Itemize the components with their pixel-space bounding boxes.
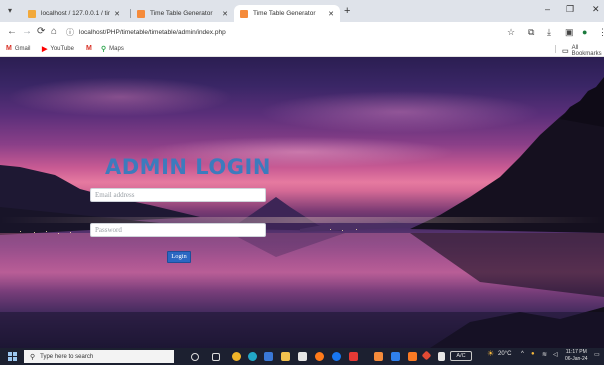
tab-timetable-active[interactable]: Time Table Generator ✕ (234, 5, 340, 22)
back-icon[interactable]: ← (7, 26, 17, 38)
gmail-icon: M (86, 45, 92, 52)
browser-toolbar: ← → ⟳ ⌂ ⓘ ☆ ⧉ ⤓ ▣ ● ⋮ (0, 22, 604, 42)
folder-icon: ▭ (562, 48, 569, 55)
timetable-favicon-icon (137, 9, 145, 18)
bookmark-label: Gmail (14, 45, 31, 52)
reload-icon[interactable]: ⟳ (37, 26, 45, 38)
site-info-icon[interactable]: ⓘ (66, 27, 74, 38)
new-tab-button[interactable]: + (344, 6, 350, 17)
facebook-icon[interactable] (332, 352, 341, 361)
volume-icon[interactable]: ◁ (553, 351, 558, 358)
minimize-icon[interactable]: – (545, 4, 550, 14)
bookmark-youtube[interactable]: ▶ YouTube (42, 45, 74, 53)
keyboard-indicator[interactable]: A/C (450, 351, 472, 361)
browser-tab-strip: ▾ localhost / 127.0.0.1 / timetab ✕ Time… (0, 0, 604, 22)
bookmark-label: Maps (109, 46, 124, 52)
close-tab-icon[interactable]: ✕ (114, 10, 120, 18)
home-icon[interactable]: ⌂ (51, 26, 57, 38)
wifi-icon[interactable]: ≋ (542, 351, 547, 358)
taskbar-search-box[interactable]: ⚲ Type here to search (24, 350, 174, 363)
chrome-icon[interactable] (232, 352, 241, 361)
password-field[interactable] (90, 223, 266, 237)
file-explorer-icon[interactable] (281, 352, 290, 361)
youtube-app-icon[interactable] (349, 352, 358, 361)
clock-time: 11:17 PM (565, 349, 587, 355)
tab-timetable-1[interactable]: Time Table Generator ✕ (131, 5, 234, 22)
firefox-icon[interactable] (315, 352, 324, 361)
gmail-icon: M (6, 45, 12, 52)
bookmark-label: All Bookmarks (571, 45, 602, 57)
bookmark-gmail-2[interactable]: M (86, 45, 95, 52)
admin-login-title: ADMIN LOGIN (105, 155, 271, 179)
email-field[interactable] (90, 188, 266, 202)
edge-icon[interactable] (248, 352, 257, 361)
mail-icon[interactable] (298, 352, 307, 361)
tray-overflow-icon[interactable]: ^ (521, 351, 524, 357)
tab-phpmyadmin[interactable]: localhost / 127.0.0.1 / timetab ✕ (22, 5, 126, 22)
bookmark-label: YouTube (50, 46, 74, 52)
tab-search-icon[interactable]: ▾ (5, 6, 15, 16)
phpmyadmin-favicon-icon (28, 9, 36, 18)
maximize-icon[interactable]: ❐ (566, 4, 574, 15)
vscode-icon[interactable] (391, 352, 400, 361)
extensions-icon[interactable]: ⧉ (528, 26, 534, 38)
login-button[interactable]: Login (167, 251, 191, 263)
close-tab-icon[interactable]: ✕ (328, 10, 334, 18)
xampp-icon[interactable] (408, 352, 417, 361)
tab-title: Time Table Generator (150, 10, 213, 17)
git-icon[interactable] (421, 350, 432, 361)
close-window-icon[interactable]: ✕ (592, 4, 600, 15)
notifications-icon[interactable]: ▭ (594, 351, 600, 358)
profile-avatar-icon[interactable]: ● (582, 26, 587, 38)
bookmark-star-icon[interactable]: ☆ (507, 26, 515, 38)
windows-taskbar: ⚲ Type here to search A/C ☀ 20°C ^ ● ≋ ◁… (0, 348, 604, 365)
search-icon: ⚲ (30, 353, 36, 361)
close-tab-icon[interactable]: ✕ (222, 10, 228, 18)
task-view-icon[interactable] (212, 353, 220, 361)
youtube-icon: ▶ (42, 46, 48, 53)
notepad-icon[interactable] (438, 352, 445, 361)
windows-start-icon[interactable] (8, 352, 17, 361)
store-icon[interactable] (264, 352, 273, 361)
timetable-app-icon[interactable] (374, 352, 383, 361)
address-input[interactable] (79, 28, 479, 36)
taskbar-clock[interactable]: 11:17 PM 06-Jan-24 (565, 349, 588, 363)
side-panel-icon[interactable]: ▣ (565, 26, 574, 38)
download-icon[interactable]: ⤓ (547, 26, 551, 38)
cortana-icon[interactable] (191, 353, 199, 361)
bookmark-maps[interactable]: ⚲ Maps (101, 45, 124, 53)
login-page: ADMIN LOGIN Login (0, 57, 604, 348)
all-bookmarks[interactable]: ▭ All Bookmarks (562, 45, 604, 57)
timetable-favicon-icon (240, 9, 248, 18)
weather-icon[interactable]: ☀ (487, 349, 494, 358)
lake-mountain-background (0, 77, 604, 348)
bookmarks-separator (555, 45, 556, 53)
maps-icon: ⚲ (101, 46, 107, 53)
taskbar-search-placeholder: Type here to search (40, 353, 94, 360)
address-bar[interactable]: ⓘ (64, 25, 504, 39)
clock-date: 06-Jan-24 (565, 356, 588, 362)
bookmark-gmail[interactable]: M Gmail (6, 45, 31, 52)
menu-icon[interactable]: ⋮ (598, 26, 604, 38)
tab-title: Time Table Generator (253, 10, 316, 17)
forward-icon[interactable]: → (22, 26, 32, 38)
network-icon[interactable]: ● (531, 351, 535, 357)
tab-title: localhost / 127.0.0.1 / timetab (41, 10, 110, 17)
bookmarks-bar: M Gmail ▶ YouTube M ⚲ Maps ▭ All Bookmar… (0, 42, 604, 57)
weather-temp[interactable]: 20°C (498, 351, 511, 357)
